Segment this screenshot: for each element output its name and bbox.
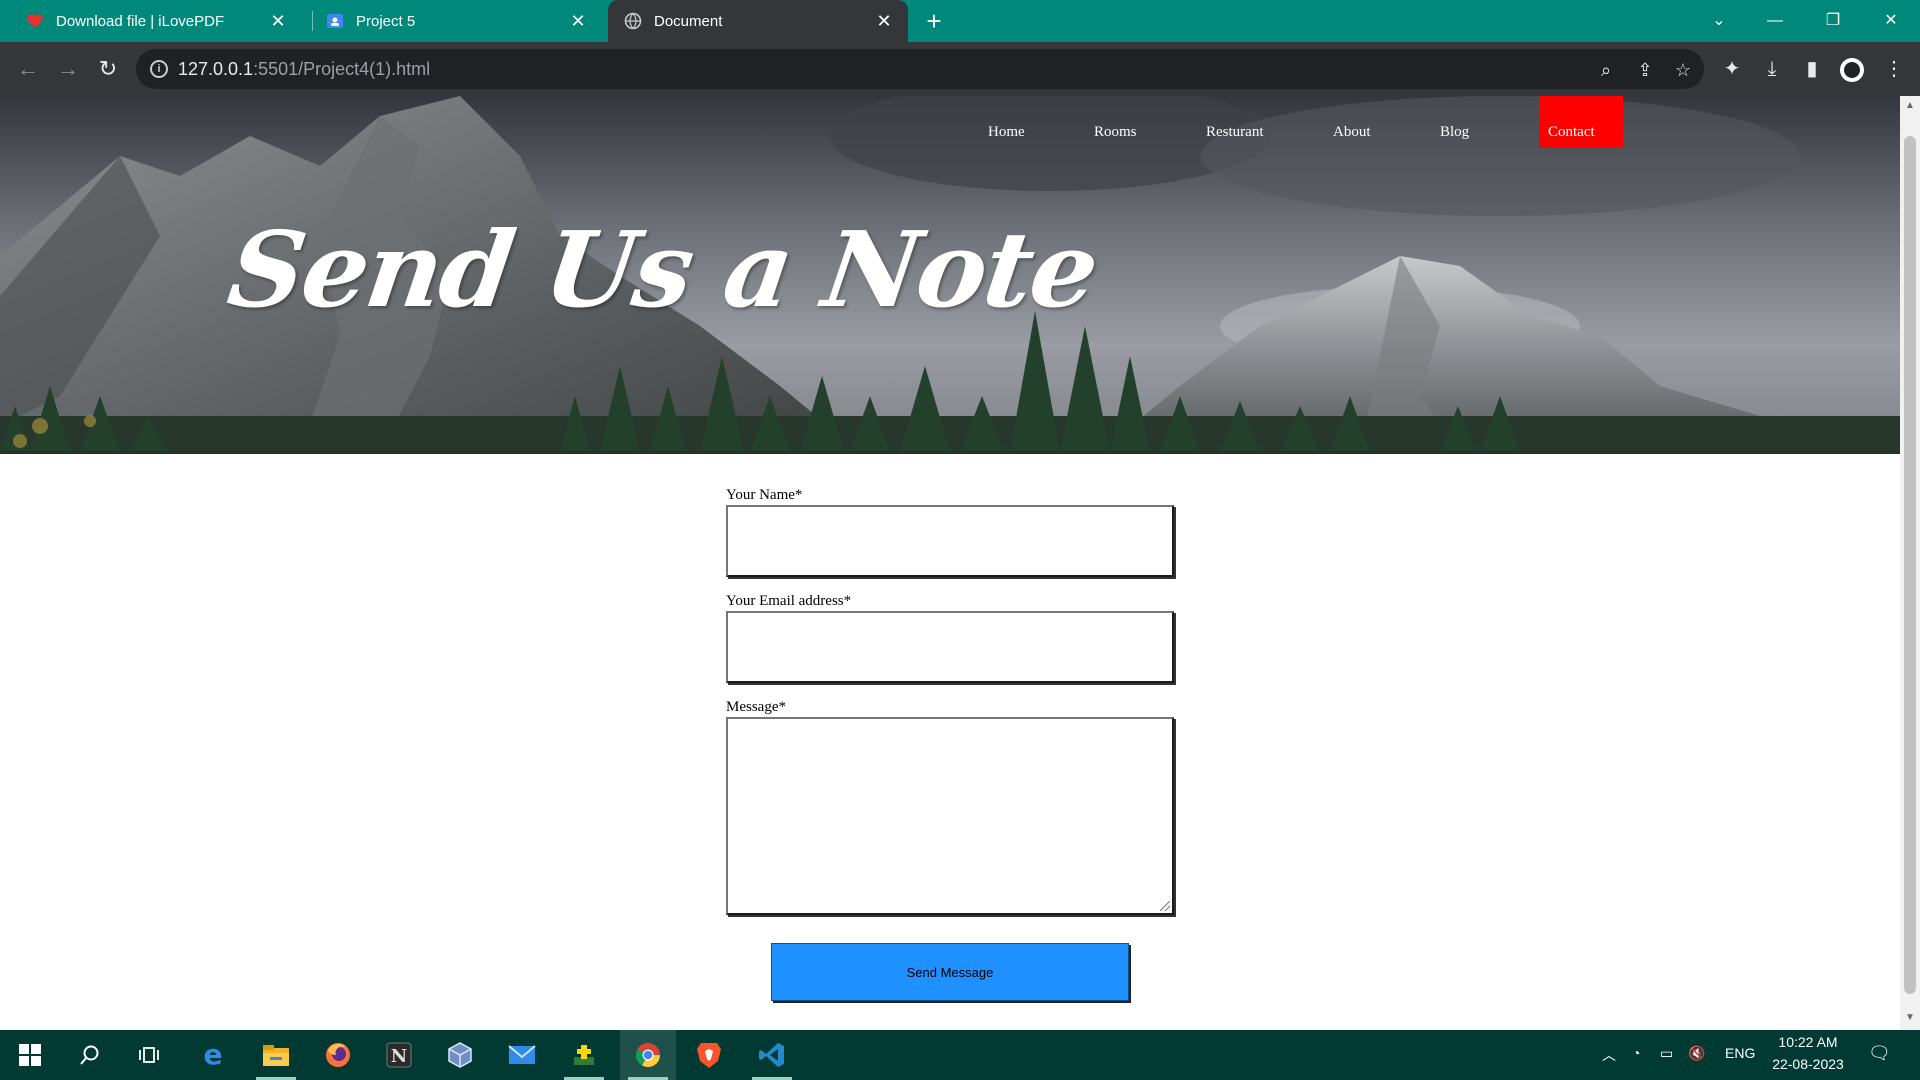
close-tab-icon[interactable]: ✕ — [268, 11, 288, 31]
resize-handle-icon[interactable] — [1160, 901, 1170, 911]
tab-project-5[interactable]: Project 5 ✕ — [300, 0, 602, 42]
nav-link-about[interactable]: About — [1333, 124, 1371, 141]
virtualbox-icon[interactable] — [432, 1030, 488, 1080]
svg-text:N: N — [391, 1046, 407, 1067]
language-indicator[interactable]: ENG — [1725, 1045, 1755, 1061]
file-explorer-icon[interactable] — [248, 1030, 304, 1080]
back-icon[interactable]: ← — [14, 55, 42, 83]
brave-icon[interactable] — [681, 1030, 737, 1080]
menu-kebab-icon[interactable]: ⋮ — [1882, 57, 1906, 81]
message-label: Message* — [726, 699, 786, 715]
page-scrollbar[interactable]: ▲ ▼ — [1900, 96, 1920, 1030]
name-field[interactable] — [726, 505, 1174, 577]
vscode-icon[interactable] — [744, 1030, 800, 1080]
scroll-down-icon[interactable]: ▼ — [1905, 1012, 1915, 1023]
address-url: 127.0.0.1:5501/Project4(1).html — [178, 59, 431, 79]
page-viewport: Home Rooms Resturant About Blog Contact … — [0, 96, 1900, 1030]
zoom-icon[interactable]: ⌕ — [1595, 59, 1617, 81]
chevron-up-icon[interactable]: ︿ — [1602, 1045, 1616, 1065]
nav-link-home[interactable]: Home — [988, 124, 1025, 141]
hero-divider — [0, 451, 1900, 454]
new-tab-button[interactable]: + — [920, 8, 948, 36]
send-message-button[interactable]: Send Message — [771, 943, 1129, 1001]
browser-toolbar: ← → ↻ i 127.0.0.1:5501/Project4(1).html … — [0, 42, 1920, 96]
name-label: Your Name* — [726, 487, 803, 503]
chrome-icon[interactable] — [620, 1030, 676, 1080]
message-textarea[interactable] — [726, 717, 1174, 915]
tab-document[interactable]: Document ✕ — [608, 0, 908, 42]
tab-title: Project 5 — [356, 12, 416, 30]
tab-title: Document — [654, 12, 723, 30]
svg-text:e: e — [204, 1041, 223, 1069]
tab-strip: Download file | iLovePDF ✕ Project 5 ✕ D… — [0, 0, 1920, 42]
mail-icon[interactable] — [494, 1030, 550, 1080]
ilovepdf-heart-icon — [26, 12, 44, 30]
scrollbar-thumb[interactable] — [1904, 136, 1916, 994]
network-icon[interactable]: ◔ — [1632, 1045, 1640, 1061]
close-tab-icon[interactable]: ✕ — [568, 11, 588, 31]
notion-icon[interactable]: N — [371, 1030, 427, 1080]
hero-banner: Home Rooms Resturant About Blog Contact … — [0, 96, 1900, 452]
nav-link-blog[interactable]: Blog — [1440, 124, 1469, 141]
task-view-icon[interactable] — [122, 1030, 178, 1080]
email-field[interactable] — [726, 611, 1174, 683]
tab-search-icon[interactable]: ⌄ — [1704, 6, 1734, 36]
start-icon[interactable] — [2, 1030, 58, 1080]
close-window-icon[interactable]: ✕ — [1876, 6, 1906, 36]
nav-link-rooms[interactable]: Rooms — [1094, 124, 1137, 141]
profile-avatar[interactable] — [1838, 56, 1866, 84]
search-icon[interactable] — [62, 1030, 118, 1080]
restore-icon[interactable]: ❐ — [1818, 6, 1848, 36]
email-label: Your Email address* — [726, 593, 852, 609]
site-info-icon[interactable]: i — [150, 60, 168, 78]
tab-ilovepdf[interactable]: Download file | iLovePDF ✕ — [0, 0, 302, 42]
side-panel-icon[interactable]: ▮ — [1800, 57, 1824, 81]
minimize-icon[interactable]: — — [1760, 6, 1790, 36]
reload-icon[interactable]: ↻ — [94, 55, 122, 83]
forward-icon[interactable]: → — [54, 55, 82, 83]
globe-icon — [624, 12, 642, 30]
scroll-up-icon[interactable]: ▲ — [1905, 100, 1915, 111]
share-icon[interactable]: ⇪ — [1634, 59, 1656, 81]
page-title: Send Us a Note — [221, 208, 1105, 331]
volume-muted-icon[interactable]: 🔇 — [1688, 1045, 1705, 1062]
extensions-icon[interactable]: ✦ — [1720, 57, 1744, 81]
firefox-icon[interactable] — [310, 1030, 366, 1080]
address-bar[interactable]: i 127.0.0.1:5501/Project4(1).html ⌕ ⇪ ☆ — [136, 49, 1704, 89]
edge-icon[interactable]: e — [185, 1030, 241, 1080]
clock-time[interactable]: 10:22 AM — [1776, 1034, 1840, 1050]
bookmark-star-icon[interactable]: ☆ — [1672, 59, 1694, 81]
windows-taskbar: e N ︿ ◔ ▭ 🔇 ENG 10:22 AM 22-08-2023 🗨 — [0, 1030, 1920, 1080]
close-tab-icon[interactable]: ✕ — [874, 11, 894, 31]
app-icon[interactable] — [556, 1030, 612, 1080]
tab-title: Download file | iLovePDF — [56, 12, 225, 30]
notifications-icon[interactable]: 🗨 — [1868, 1043, 1891, 1064]
google-classroom-icon — [326, 12, 344, 30]
nav-link-contact[interactable]: Contact — [1539, 96, 1623, 148]
clock-date[interactable]: 22-08-2023 — [1766, 1056, 1850, 1072]
nav-link-resturant[interactable]: Resturant — [1206, 124, 1264, 141]
download-icon[interactable]: ⤓ — [1760, 57, 1784, 81]
battery-icon[interactable]: ▭ — [1660, 1045, 1673, 1062]
